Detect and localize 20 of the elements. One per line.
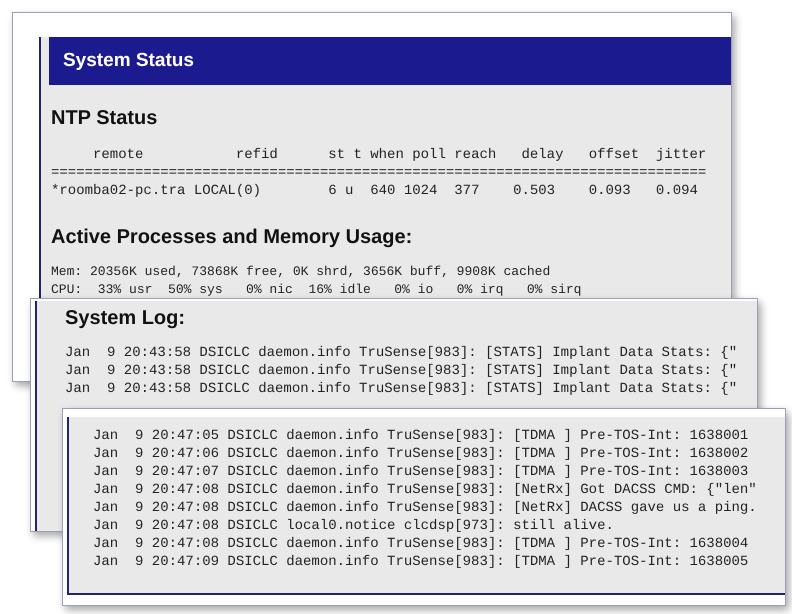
log-line: Jan 9 20:47:08 DSICLC daemon.info TruSense[983]: [TDMA ] Pre-TOS-Int: 1638004: [93, 535, 750, 553]
log-line: Jan 9 20:47:08 DSICLC daemon.info TruSense[983]: [NetRx] Got DACSS CMD: {"len": [93, 481, 758, 499]
log-line: Jan 9 20:43:58 DSICLC daemon.info TruSense[983]: [STATS] Implant Data Stats: {": [65, 380, 738, 398]
log-line: Jan 9 20:47:09 DSICLC daemon.info TruSense[983]: [TDMA ] Pre-TOS-Int: 1638005: [93, 553, 750, 571]
table-header: remote refid st t when poll reach delay offset jitter: [92, 146, 708, 164]
status-line: Mem: 20356K used, 73868K free, 0K shrd, 3656K buff, 9908K cached: [51, 263, 552, 281]
log-line: Jan 9 20:47:07 DSICLC daemon.info TruSense[983]: [TDMA ] Pre-TOS-Int: 1638003: [93, 463, 750, 481]
log-line: Jan 9 20:47:05 DSICLC daemon.info TruSense[983]: [TDMA ] Pre-TOS-Int: 1638001: [93, 427, 750, 445]
page-header: System Status: [49, 37, 731, 85]
table-row-text: *roomba02-pc.tra LOCAL(0) 6 u 640 1024 377 0.503 0.093 0.094: [51, 182, 699, 200]
log-line: Jan 9 20:43:58 DSICLC daemon.info TruSense[983]: [STATS] Implant Data Stats: {": [65, 362, 738, 380]
log-line: Jan 9 20:43:58 DSICLC daemon.info TruSense[983]: [STATS] Implant Data Stats: {": [65, 344, 738, 362]
section-heading: NTP Status: [51, 107, 158, 130]
section-heading: System Log:: [65, 307, 186, 330]
log-line: Jan 9 20:47:06 DSICLC daemon.info TruSense[983]: [TDMA ] Pre-TOS-Int: 1638002: [93, 445, 750, 463]
status-line: CPU: 33% usr 50% sys 0% nic 16% idle 0% io 0% irq 0% sirq: [51, 281, 582, 299]
log-line: Jan 9 20:47:08 DSICLC local0.notice clcdsp[973]: still alive.: [93, 517, 615, 535]
table-separator: ==============================================================================: [51, 164, 708, 182]
section-heading: Active Processes and Memory Usage:: [51, 226, 414, 249]
log-line: Jan 9 20:47:08 DSICLC daemon.info TruSense[983]: [NetRx] DACSS gave us a ping.: [93, 499, 758, 517]
